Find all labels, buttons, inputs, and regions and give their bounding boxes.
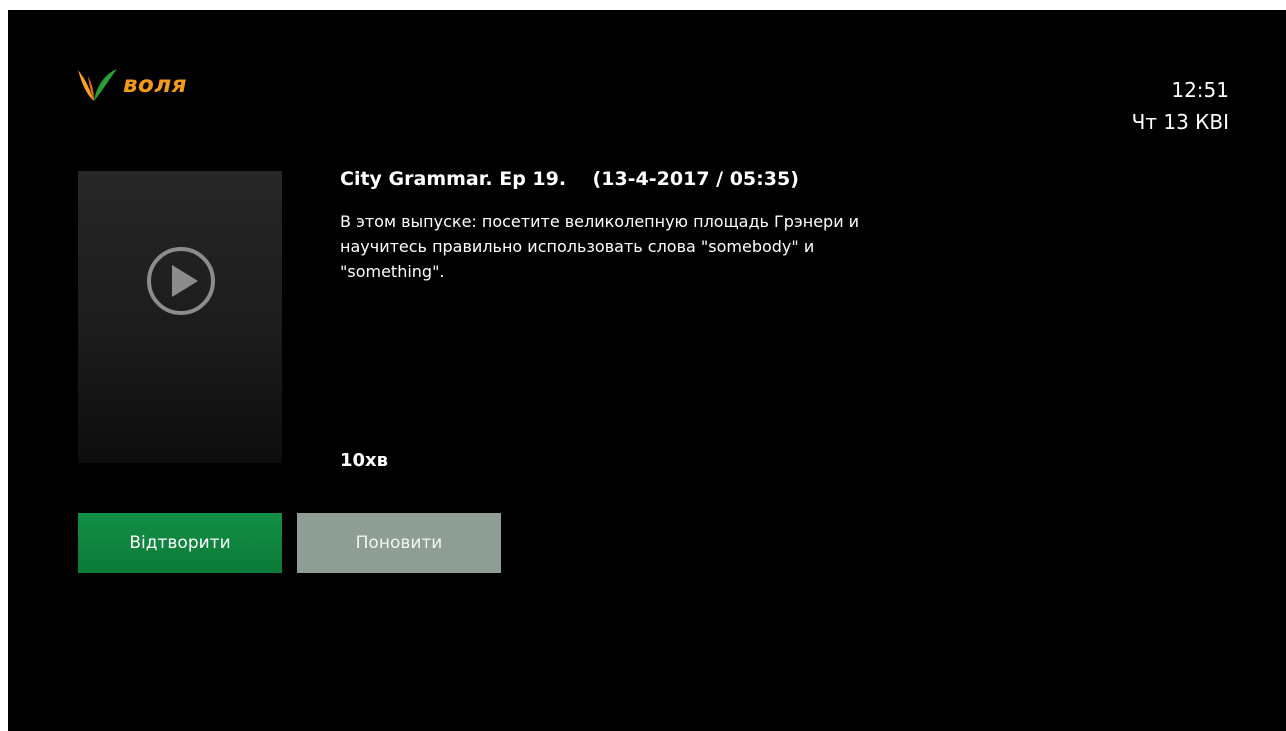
brand-logo: воля	[76, 65, 187, 105]
brand-name: воля	[123, 72, 187, 98]
program-duration: 10хв	[340, 450, 389, 471]
leaf-logo-icon	[78, 69, 117, 101]
play-button[interactable]: Відтворити	[78, 513, 282, 573]
program-description: В этом выпуске: посетите великолепную пл…	[340, 212, 860, 281]
clock-date: Чт 13 КВІ	[1131, 110, 1229, 134]
program-title: City Grammar. Ep 19. (13-4-2017 / 05:35)	[340, 168, 799, 190]
refresh-button[interactable]: Поновити	[297, 513, 501, 573]
tv-screen: воля 12:51 Чт 13 КВІ City Grammar. Ep 19…	[8, 10, 1286, 731]
clock-time: 12:51	[1171, 78, 1229, 102]
play-circle-icon	[147, 247, 215, 315]
clock: 12:51 Чт 13 КВІ	[1132, 74, 1229, 138]
program-poster[interactable]	[78, 171, 282, 463]
